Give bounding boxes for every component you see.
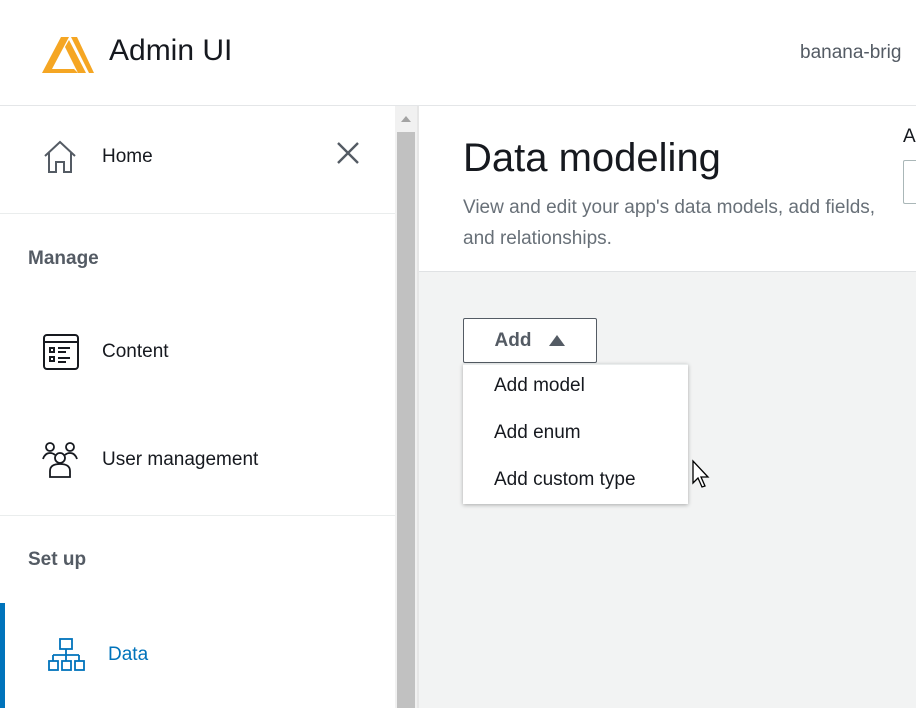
data-hierarchy-icon	[48, 638, 85, 671]
environment-name[interactable]: banana-brig	[800, 42, 901, 64]
add-button-label: Add	[494, 329, 532, 351]
page-header: Data modeling View and edit your app's d…	[419, 106, 916, 272]
sidebar-item-label: Data	[108, 644, 149, 665]
sidebar-item-content[interactable]: Content	[0, 332, 395, 372]
page-title: Data modeling	[463, 136, 721, 180]
main-content: Data modeling View and edit your app's d…	[419, 106, 916, 708]
scroll-up-arrow-icon[interactable]	[401, 116, 411, 122]
section-set-up: Set up	[28, 549, 87, 570]
top-bar: Admin UI banana-brig	[0, 0, 916, 106]
mouse-cursor-icon	[692, 459, 710, 488]
sidebar-item-label: User management	[102, 449, 259, 470]
users-icon	[42, 442, 78, 478]
content-list-icon	[43, 334, 79, 370]
page-description: View and edit your app's data models, ad…	[463, 197, 876, 249]
menu-item-add-model[interactable]: Add model	[494, 375, 585, 397]
field-label: A	[903, 126, 916, 147]
field-input[interactable]	[903, 160, 916, 204]
section-manage: Manage	[28, 248, 99, 269]
add-dropdown-menu: Add model Add enum Add custom type	[463, 364, 688, 504]
menu-item-add-enum[interactable]: Add enum	[494, 422, 581, 444]
divider	[0, 213, 395, 214]
close-icon[interactable]	[335, 140, 361, 166]
scrollbar-thumb[interactable]	[397, 132, 415, 708]
amplify-logo	[42, 37, 94, 73]
sidebar: Home Manage Content User management Set …	[0, 106, 395, 708]
caret-up-icon	[549, 335, 566, 346]
sidebar-item-data[interactable]: Data	[0, 635, 395, 675]
sidebar-item-user-management[interactable]: User management	[0, 440, 395, 480]
home-icon	[44, 140, 76, 173]
sidebar-item-label: Home	[102, 146, 153, 167]
app-title: Admin UI	[109, 34, 233, 67]
menu-item-add-custom-type[interactable]: Add custom type	[494, 469, 636, 491]
sidebar-item-label: Content	[102, 341, 169, 362]
divider	[0, 515, 395, 516]
add-button[interactable]: Add	[463, 318, 597, 363]
active-indicator	[0, 603, 5, 708]
